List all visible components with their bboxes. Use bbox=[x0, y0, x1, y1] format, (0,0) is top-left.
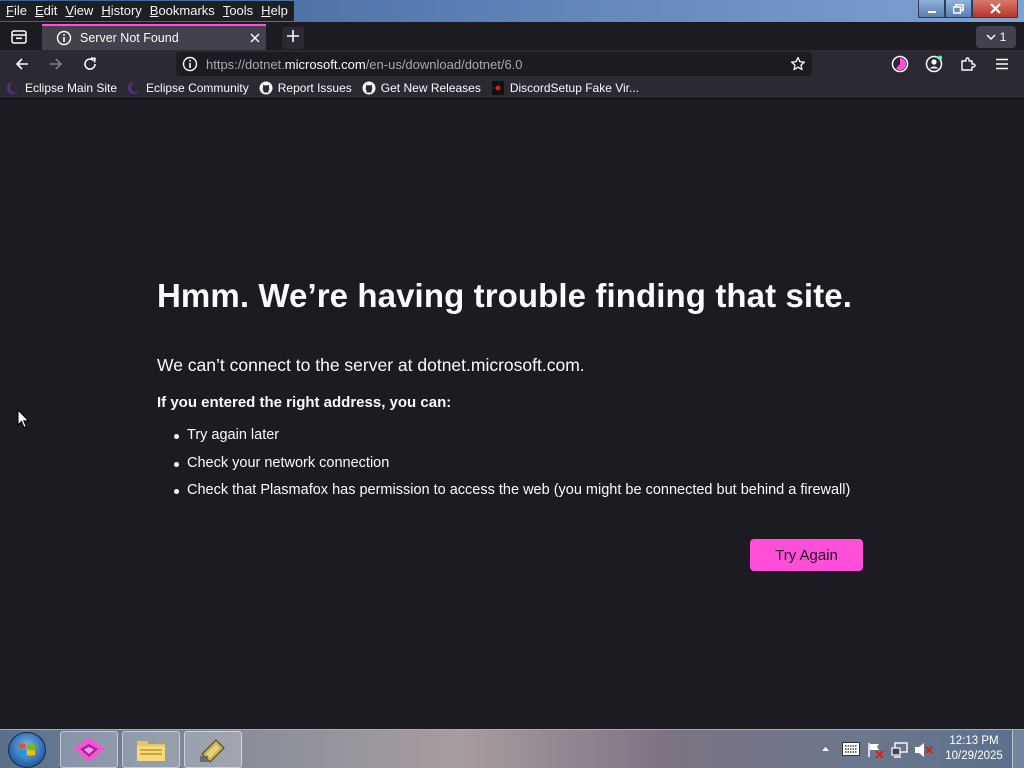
warning-app-icon bbox=[491, 81, 505, 95]
menu-file[interactable]: File bbox=[2, 2, 31, 20]
folder-icon bbox=[137, 740, 165, 761]
forward-button[interactable] bbox=[44, 53, 68, 75]
bookmark-label: Eclipse Main Site bbox=[25, 81, 118, 95]
forward-arrow-icon bbox=[50, 58, 63, 70]
url-bar[interactable]: https://dotnet.microsoft.com/en-us/downl… bbox=[176, 52, 812, 76]
taskbar-plasmafox-button[interactable] bbox=[60, 731, 118, 768]
info-icon bbox=[56, 30, 72, 46]
list-item: Check that Plasmafox has permission to a… bbox=[172, 482, 850, 510]
eclipse-icon bbox=[127, 81, 142, 95]
restore-icon bbox=[953, 3, 964, 14]
plasmafox-icon bbox=[74, 737, 104, 762]
chevron-down-icon bbox=[986, 34, 996, 41]
menu-edit[interactable]: Edit bbox=[31, 2, 61, 20]
mouse-cursor-icon bbox=[17, 409, 30, 429]
bookmark-label: Report Issues bbox=[277, 81, 352, 95]
minimize-button[interactable] bbox=[918, 0, 945, 18]
error-short-description: We can’t connect to the server at dotnet… bbox=[157, 355, 585, 375]
restore-button[interactable] bbox=[945, 0, 972, 18]
list-all-tabs-button[interactable]: 1 bbox=[976, 26, 1016, 48]
network-icon[interactable] bbox=[891, 742, 909, 758]
bookmark-report-issues[interactable]: Report Issues bbox=[259, 81, 352, 95]
clock-date: 10/29/2025 bbox=[945, 750, 1003, 762]
tab-server-not-found[interactable]: Server Not Found bbox=[42, 24, 266, 50]
hamburger-icon bbox=[996, 58, 1008, 70]
bookmark-eclipse-community[interactable]: Eclipse Community bbox=[127, 81, 249, 95]
close-icon bbox=[250, 33, 260, 43]
window-title-bar: File Edit View History Bookmarks Tools H… bbox=[0, 0, 1024, 22]
list-item: Check your network connection bbox=[172, 455, 850, 483]
extensions-button[interactable] bbox=[956, 53, 980, 75]
tab-title: Server Not Found bbox=[80, 31, 179, 45]
extension-button[interactable] bbox=[888, 53, 912, 75]
error-suggestion-list: Try again later Check your network conne… bbox=[172, 427, 850, 510]
keyboard-icon[interactable] bbox=[842, 742, 860, 756]
taskbar-explorer-button[interactable] bbox=[122, 731, 180, 768]
menu-bookmarks[interactable]: Bookmarks bbox=[146, 2, 219, 20]
bookmark-get-new-releases[interactable]: Get New Releases bbox=[362, 81, 481, 95]
new-tab-button[interactable] bbox=[282, 27, 304, 49]
url-prefix: https://dotnet. bbox=[206, 56, 285, 72]
action-center-flag-icon[interactable] bbox=[867, 742, 885, 758]
taskbar-app-button[interactable] bbox=[184, 731, 242, 768]
close-window-button[interactable] bbox=[972, 0, 1018, 18]
tab-count: 1 bbox=[999, 30, 1007, 44]
tab-close-button[interactable] bbox=[244, 30, 266, 46]
error-title: Hmm. We’re having trouble finding that s… bbox=[157, 277, 853, 314]
menu-tools[interactable]: Tools bbox=[219, 2, 257, 20]
url-host: microsoft.com bbox=[284, 56, 366, 72]
tray-expand-icon[interactable] bbox=[821, 746, 830, 752]
system-clock[interactable]: 12:13 PM 10/29/2025 bbox=[938, 734, 1010, 764]
close-icon bbox=[989, 3, 1001, 14]
start-button[interactable] bbox=[8, 732, 46, 768]
reload-icon bbox=[84, 57, 96, 70]
tab-strip: Server Not Found 1 bbox=[0, 22, 1024, 50]
url-text[interactable]: https://dotnet.microsoft.com/en-us/downl… bbox=[206, 57, 523, 72]
minimize-icon bbox=[927, 10, 936, 13]
windows-logo-icon bbox=[19, 743, 35, 756]
firefox-view-icon bbox=[11, 30, 27, 44]
eclipse-icon bbox=[6, 81, 20, 95]
list-item: Try again later bbox=[172, 427, 850, 455]
bookmark-label: Get New Releases bbox=[380, 81, 481, 95]
bookmark-discordsetup[interactable]: DiscordSetup Fake Vir... bbox=[491, 81, 639, 95]
clock-time: 12:13 PM bbox=[949, 735, 999, 747]
navigation-toolbar: https://dotnet.microsoft.com/en-us/downl… bbox=[0, 50, 1024, 78]
menu-bar: File Edit View History Bookmarks Tools H… bbox=[0, 1, 294, 21]
back-arrow-icon bbox=[15, 58, 28, 70]
back-button[interactable] bbox=[10, 53, 34, 75]
try-again-button[interactable]: Try Again bbox=[750, 539, 863, 571]
star-icon bbox=[790, 56, 806, 71]
window-controls bbox=[918, 0, 1018, 18]
bookmark-star-button[interactable] bbox=[788, 54, 808, 74]
volume-muted-icon[interactable] bbox=[914, 742, 934, 758]
plus-icon bbox=[287, 30, 299, 42]
github-icon bbox=[259, 81, 273, 95]
show-desktop-button[interactable] bbox=[1012, 730, 1024, 768]
pie-chart-icon bbox=[891, 55, 909, 73]
firefox-view-button[interactable] bbox=[6, 26, 32, 48]
menu-history[interactable]: History bbox=[97, 2, 145, 20]
account-button[interactable] bbox=[922, 53, 946, 75]
site-info-icon[interactable] bbox=[182, 56, 198, 72]
menu-help[interactable]: Help bbox=[257, 2, 292, 20]
page-content: Hmm. We’re having trouble finding that s… bbox=[0, 99, 1024, 729]
bookmark-label: Eclipse Community bbox=[146, 81, 249, 95]
app-menu-button[interactable] bbox=[990, 53, 1014, 75]
bookmark-eclipse-main-site[interactable]: Eclipse Main Site bbox=[6, 81, 117, 95]
bookmark-label: DiscordSetup Fake Vir... bbox=[509, 81, 640, 95]
error-intro: If you entered the right address, you ca… bbox=[157, 394, 452, 411]
github-icon bbox=[362, 81, 376, 95]
puzzle-icon bbox=[961, 57, 976, 71]
app-tool-icon bbox=[200, 738, 225, 763]
bookmarks-toolbar: Eclipse Main Site Eclipse Community Repo… bbox=[0, 78, 1024, 99]
url-path: /en-us/download/dotnet/6.0 bbox=[365, 56, 523, 72]
taskbar: 12:13 PM 10/29/2025 bbox=[0, 729, 1024, 768]
reload-button[interactable] bbox=[78, 53, 102, 75]
account-icon bbox=[925, 55, 943, 73]
menu-view[interactable]: View bbox=[61, 2, 97, 20]
